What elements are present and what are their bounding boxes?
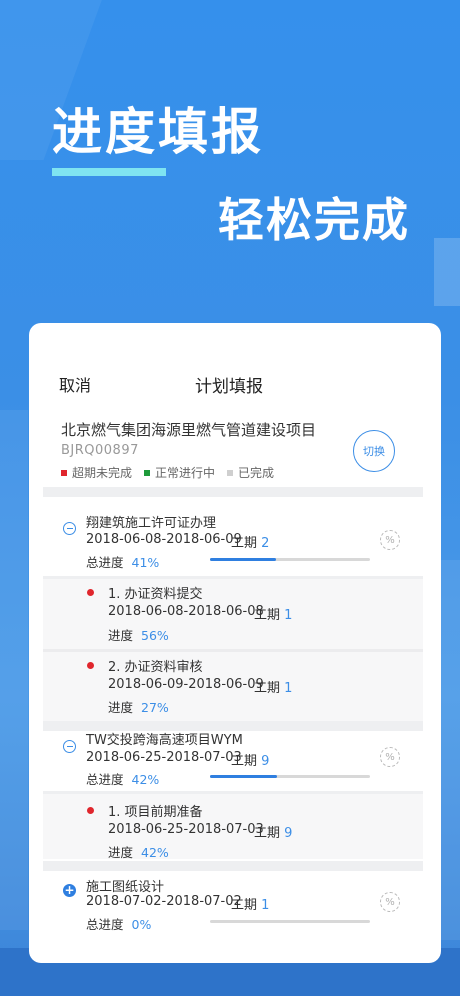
- legend-overdue: 超期未完成: [61, 464, 132, 481]
- project-name: 北京燃气集团海源里燃气管道建设项目: [61, 421, 317, 439]
- subtask-progress: 进度 42%: [108, 842, 169, 861]
- promo-headline: 进度填报: [52, 103, 264, 161]
- subtask-title: 1. 项目前期准备: [108, 805, 203, 820]
- task-title: TW交投跨海高速项目WYM: [86, 733, 243, 748]
- task-title: 翔建筑施工许可证办理: [86, 516, 217, 531]
- plan-card: 取消 计划填报 北京燃气集团海源里燃气管道建设项目 BJRQ00897 超期未完…: [29, 323, 441, 963]
- section-divider: [43, 861, 423, 871]
- overdue-dot-icon: [87, 807, 94, 814]
- collapse-icon[interactable]: [63, 522, 76, 535]
- task-date-range: 2018-07-02-2018-07-02: [86, 894, 242, 909]
- subtask-title: 2. 办证资料审核: [108, 660, 203, 675]
- progress-label: 进度: [108, 700, 134, 715]
- legend-normal: 正常进行中: [144, 464, 215, 481]
- period-label: 工期: [231, 754, 258, 769]
- percent-icon[interactable]: %: [380, 530, 400, 550]
- project-code: BJRQ00897: [61, 443, 139, 458]
- period-value: 1: [261, 898, 270, 913]
- progress-bar: [210, 775, 370, 778]
- section-divider: [43, 487, 423, 497]
- period-label: 工期: [254, 681, 281, 696]
- done-swatch: [227, 469, 234, 476]
- headline-underline: [52, 168, 166, 176]
- period-value: 9: [284, 826, 293, 841]
- normal-swatch: [144, 469, 151, 476]
- page-title: 计划填报: [195, 377, 263, 397]
- cancel-button[interactable]: 取消: [59, 372, 91, 396]
- period-value: 9: [261, 754, 270, 769]
- subtask-progress: 进度 56%: [108, 625, 169, 644]
- progress-bar-fill: [210, 558, 276, 561]
- overdue-swatch: [61, 469, 67, 476]
- legend-done: 已完成: [227, 464, 274, 481]
- nav-bar: 取消 计划填报: [29, 323, 441, 411]
- decor-shape: [438, 560, 460, 940]
- period-label: 工期: [254, 826, 281, 841]
- period-label: 工期: [254, 608, 281, 623]
- switch-project-button[interactable]: 切换: [353, 430, 395, 472]
- period-value: 2: [261, 536, 270, 551]
- progress-value: 42%: [141, 845, 169, 860]
- subtask-title: 1. 办证资料提交: [108, 587, 203, 602]
- subtask-period: 工期 1: [254, 604, 292, 623]
- percent-icon[interactable]: %: [380, 892, 400, 912]
- promo-subheadline: 轻松完成: [218, 193, 410, 247]
- progress-bar-fill: [210, 775, 278, 778]
- subtask-period: 工期 9: [254, 822, 292, 841]
- legend-label: 正常进行中: [155, 466, 216, 480]
- expand-icon[interactable]: +: [63, 884, 76, 897]
- overdue-dot-icon: [87, 662, 94, 669]
- task-progress: 总进度 41%: [86, 552, 159, 571]
- subtask-period: 工期 1: [254, 677, 292, 696]
- period-value: 1: [284, 608, 293, 623]
- legend-label: 超期未完成: [72, 466, 133, 480]
- task-title: 施工图纸设计: [86, 880, 165, 895]
- task-progress: 总进度 42%: [86, 769, 159, 788]
- progress-bar: [210, 558, 370, 561]
- progress-label: 总进度: [86, 917, 124, 932]
- decor-shape: [434, 238, 460, 306]
- period-label: 工期: [231, 536, 258, 551]
- subtask-date-range: 2018-06-09-2018-06-09: [108, 677, 264, 692]
- overdue-dot-icon: [87, 589, 94, 596]
- task-progress: 总进度 0%: [86, 914, 151, 933]
- status-legend: 超期未完成 正常进行中 已完成: [61, 464, 286, 481]
- legend-label: 已完成: [238, 466, 275, 480]
- task-date-range: 2018-06-08-2018-06-09: [86, 532, 242, 547]
- progress-label: 进度: [108, 628, 134, 643]
- task-period: 工期 9: [231, 750, 269, 769]
- period-label: 工期: [231, 898, 258, 913]
- subtask-date-range: 2018-06-25-2018-07-03: [108, 822, 264, 837]
- progress-value: 27%: [141, 700, 169, 715]
- subtask-date-range: 2018-06-08-2018-06-08: [108, 604, 264, 619]
- progress-value: 0%: [131, 917, 152, 932]
- task-date-range: 2018-06-25-2018-07-03: [86, 750, 242, 765]
- subtask-progress: 进度 27%: [108, 697, 169, 716]
- collapse-icon[interactable]: [63, 740, 76, 753]
- progress-label: 总进度: [86, 555, 124, 570]
- decor-shape: [0, 410, 28, 930]
- progress-value: 56%: [141, 628, 169, 643]
- subtask-area: [43, 579, 423, 731]
- progress-label: 总进度: [86, 772, 124, 787]
- task-period: 工期 1: [231, 894, 269, 913]
- period-value: 1: [284, 681, 293, 696]
- percent-icon[interactable]: %: [380, 747, 400, 767]
- progress-label: 进度: [108, 845, 134, 860]
- task-period: 工期 2: [231, 532, 269, 551]
- progress-bar: [210, 920, 370, 923]
- progress-value: 42%: [131, 772, 160, 787]
- progress-value: 41%: [131, 555, 160, 570]
- row-divider: [43, 649, 423, 652]
